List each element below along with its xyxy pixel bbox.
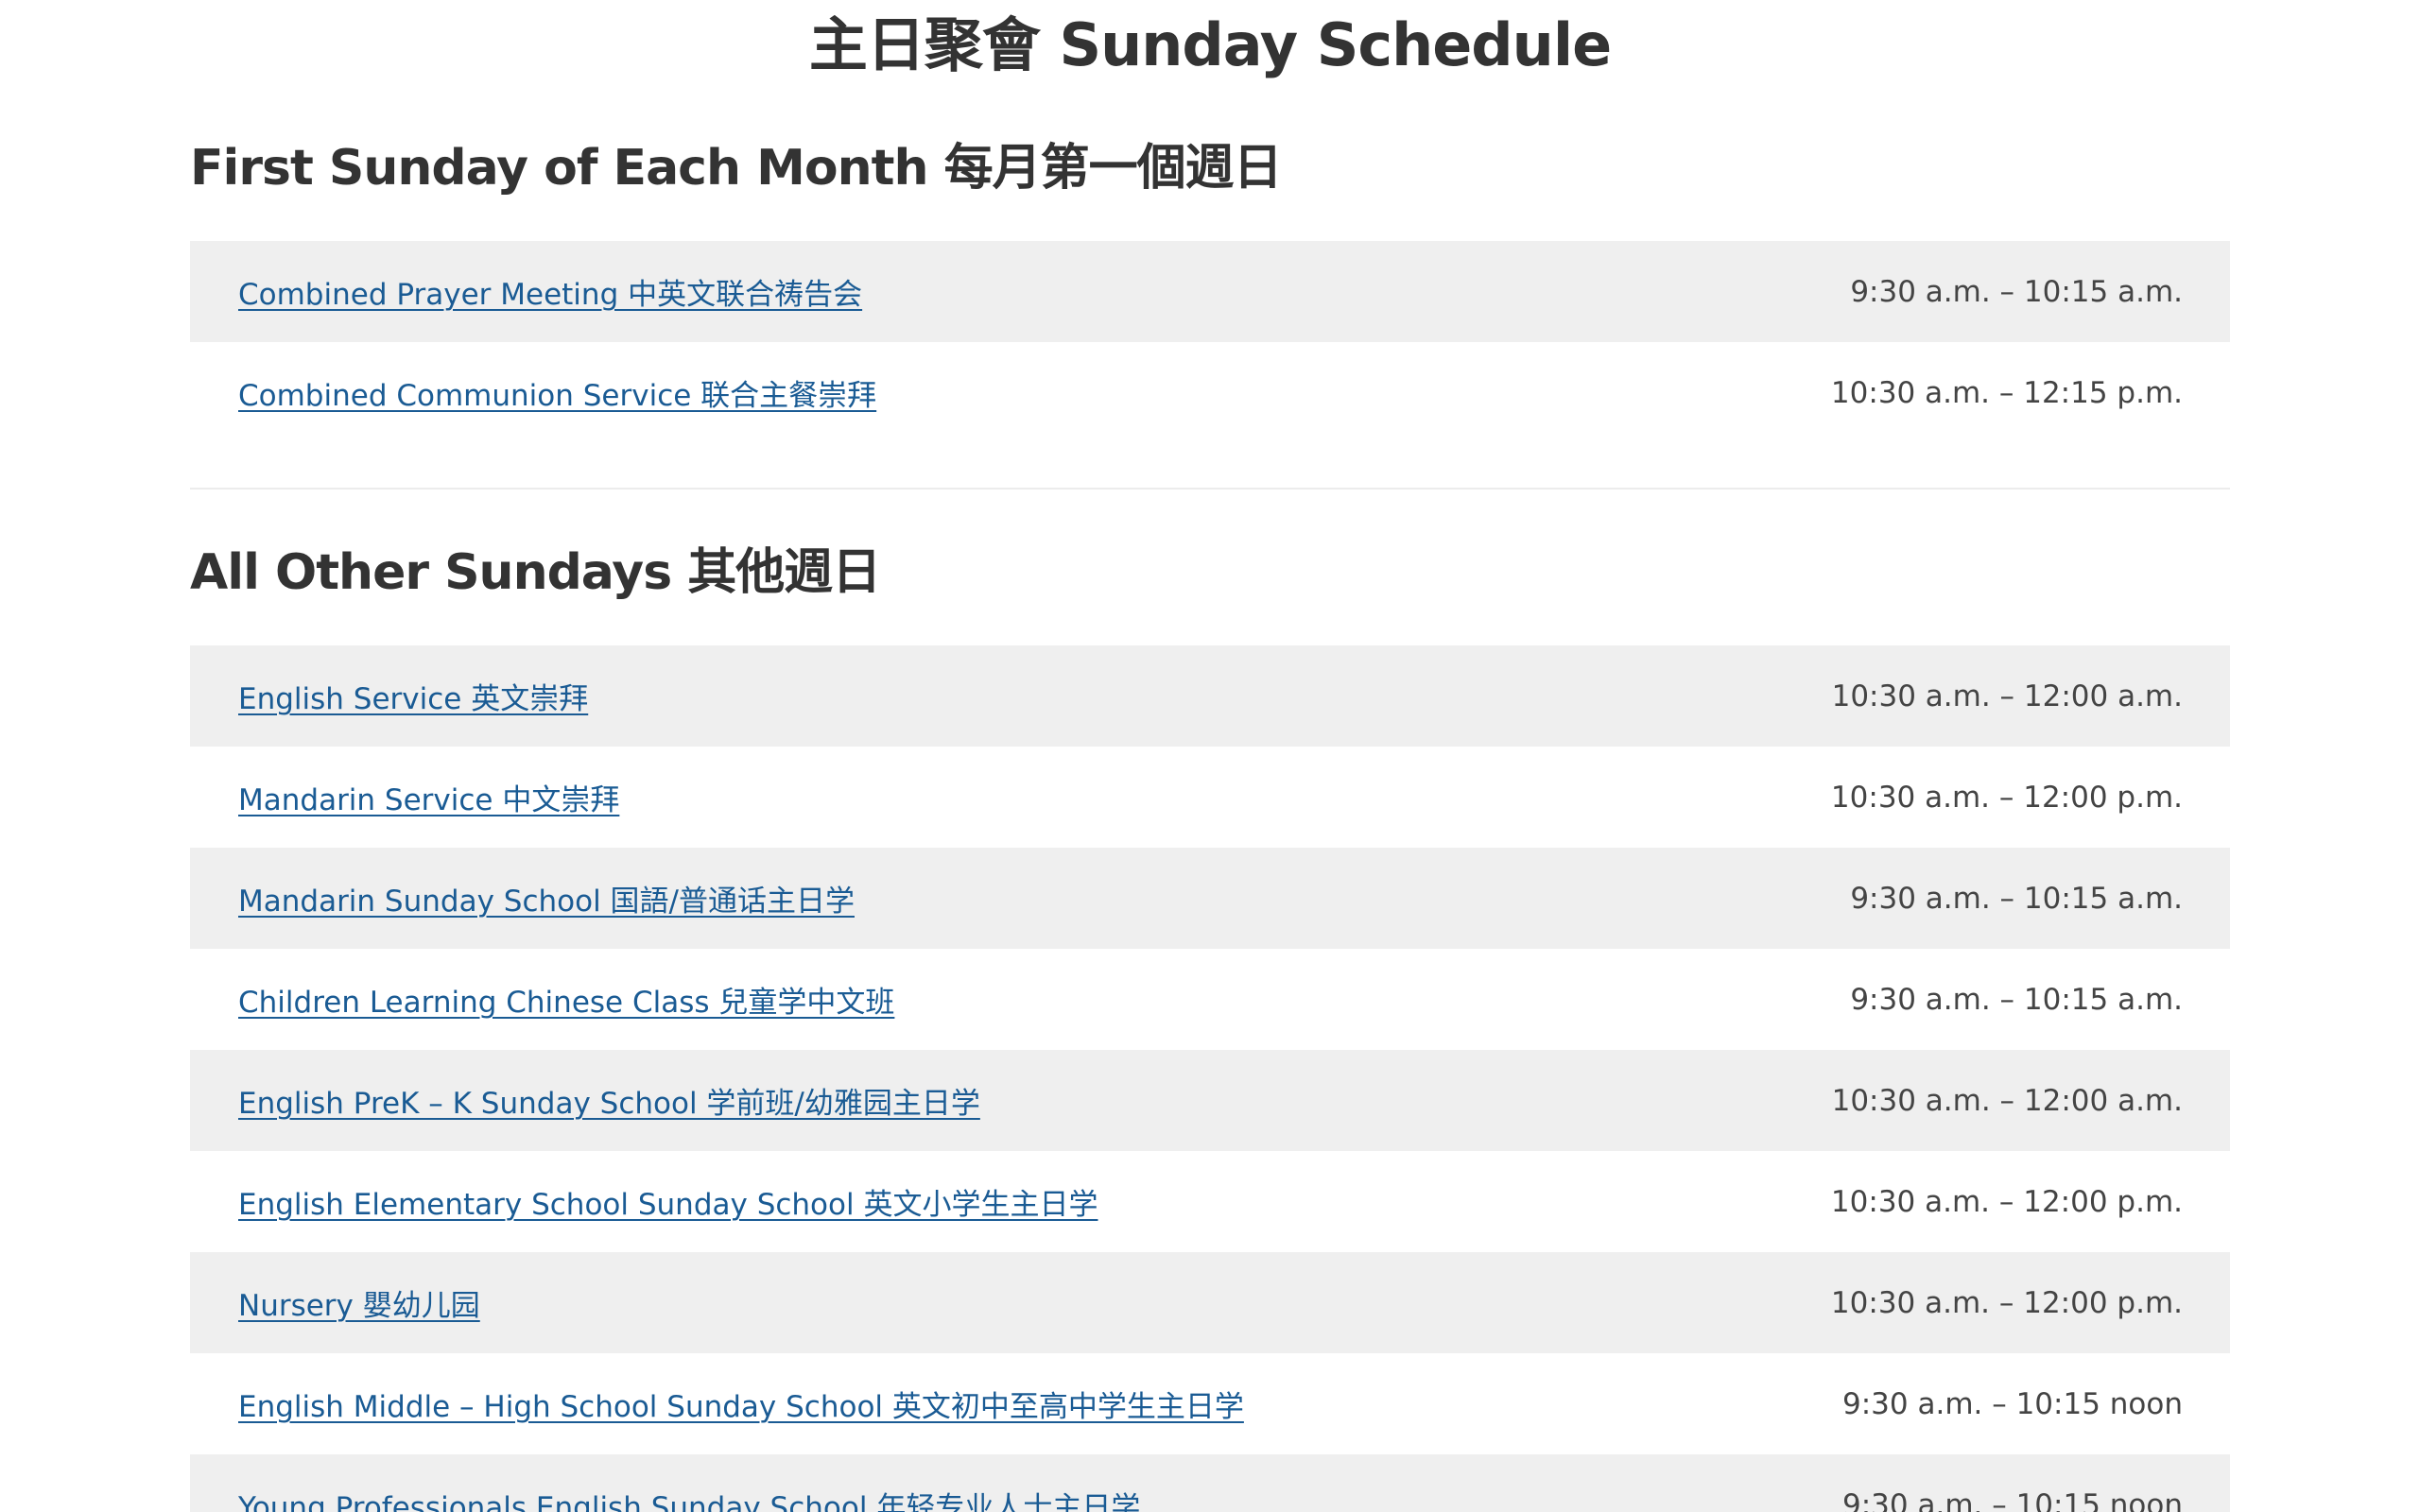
event-link-children-chinese-class[interactable]: Children Learning Chinese Class 兒童学中文班 <box>238 978 894 1021</box>
schedule-list: Combined Prayer Meeting 中英文联合祷告会 9:30 a.… <box>190 241 2230 443</box>
event-time: 9:30 a.m. – 10:15 a.m. <box>1850 881 2183 916</box>
schedule-row: Children Learning Chinese Class 兒童学中文班 9… <box>190 949 2230 1050</box>
schedule-row: Mandarin Service 中文崇拜 10:30 a.m. – 12:00… <box>190 747 2230 848</box>
event-time: 10:30 a.m. – 12:00 a.m. <box>1831 1083 2183 1118</box>
schedule-row: English Elementary School Sunday School … <box>190 1151 2230 1252</box>
event-link-english-prek-sunday-school[interactable]: English PreK – K Sunday School 学前班/幼雅园主日… <box>238 1079 980 1122</box>
schedule-list: English Service 英文崇拜 10:30 a.m. – 12:00 … <box>190 645 2230 1512</box>
event-time: 10:30 a.m. – 12:00 p.m. <box>1830 1184 2183 1219</box>
event-time: 9:30 a.m. – 10:15 a.m. <box>1850 274 2183 309</box>
schedule-row: Mandarin Sunday School 国語/普通话主日学 9:30 a.… <box>190 848 2230 949</box>
section-other-sundays: All Other Sundays 其他週日 English Service 英… <box>190 537 2230 1512</box>
event-time: 9:30 a.m. – 10:15 a.m. <box>1850 982 2183 1017</box>
section-heading: First Sunday of Each Month 每月第一個週日 <box>190 140 1283 197</box>
event-link-mandarin-service[interactable]: Mandarin Service 中文崇拜 <box>238 776 619 818</box>
schedule-row: Young Professionals English Sunday Schoo… <box>190 1454 2230 1512</box>
event-time: 10:30 a.m. – 12:15 p.m. <box>1830 375 2183 410</box>
section-divider <box>190 488 2230 490</box>
event-link-english-middle-high-sunday-school[interactable]: English Middle – High School Sunday Scho… <box>238 1383 1244 1425</box>
page-title: 主日聚會 Sunday Schedule <box>808 10 1612 79</box>
schedule-row: English Middle – High School Sunday Scho… <box>190 1353 2230 1454</box>
event-link-english-service[interactable]: English Service 英文崇拜 <box>238 675 588 717</box>
event-link-combined-communion-service[interactable]: Combined Communion Service 联合主餐崇拜 <box>238 371 876 414</box>
event-time: 10:30 a.m. – 12:00 a.m. <box>1831 679 2183 713</box>
event-link-young-professionals-sunday-school[interactable]: Young Professionals English Sunday Schoo… <box>238 1484 1140 1512</box>
section-heading: All Other Sundays 其他週日 <box>190 544 881 601</box>
schedule-row: Combined Communion Service 联合主餐崇拜 10:30 … <box>190 342 2230 443</box>
schedule-row: English Service 英文崇拜 10:30 a.m. – 12:00 … <box>190 645 2230 747</box>
event-time: 10:30 a.m. – 12:00 p.m. <box>1830 1285 2183 1320</box>
event-time: 9:30 a.m. – 10:15 noon <box>1842 1487 2183 1512</box>
event-link-english-elementary-sunday-school[interactable]: English Elementary School Sunday School … <box>238 1180 1098 1223</box>
event-time: 10:30 a.m. – 12:00 p.m. <box>1830 780 2183 815</box>
event-time: 9:30 a.m. – 10:15 noon <box>1842 1386 2183 1421</box>
event-link-nursery[interactable]: Nursery 嬰幼儿园 <box>238 1281 480 1324</box>
schedule-row: Combined Prayer Meeting 中英文联合祷告会 9:30 a.… <box>190 241 2230 342</box>
event-link-combined-prayer-meeting[interactable]: Combined Prayer Meeting 中英文联合祷告会 <box>238 270 862 313</box>
section-first-sunday: First Sunday of Each Month 每月第一個週日 Combi… <box>190 132 2230 443</box>
schedule-row: Nursery 嬰幼儿园 10:30 a.m. – 12:00 p.m. <box>190 1252 2230 1353</box>
sunday-schedule-page: 主日聚會 Sunday Schedule First Sunday of Eac… <box>0 0 2420 1512</box>
event-link-mandarin-sunday-school[interactable]: Mandarin Sunday School 国語/普通话主日学 <box>238 877 855 919</box>
schedule-row: English PreK – K Sunday School 学前班/幼雅园主日… <box>190 1050 2230 1151</box>
